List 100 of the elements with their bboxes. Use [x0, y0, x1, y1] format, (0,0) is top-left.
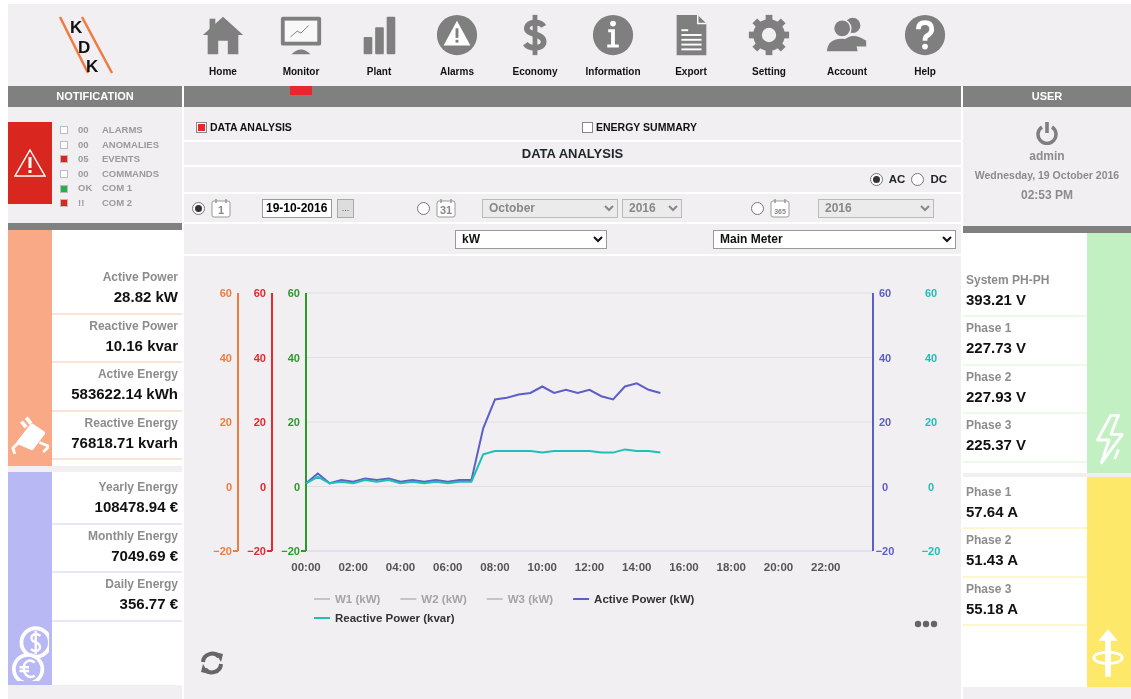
axis-label: 0 — [293, 480, 300, 493]
radio-button[interactable] — [417, 201, 430, 215]
radio-label[interactable]: DC — [930, 170, 947, 189]
notification-count: 00 — [78, 123, 90, 137]
nav-item[interactable]: Home — [184, 4, 262, 86]
axis-label: 60 — [219, 287, 232, 299]
power-icon[interactable] — [1035, 121, 1059, 145]
metric-value: 57.64 A — [966, 501, 1019, 522]
axis-label: 40 — [219, 351, 232, 364]
nav-item[interactable]: Plant — [340, 4, 418, 86]
notification-count: OK — [78, 181, 94, 196]
notification-count: !! — [78, 195, 86, 210]
x-axis-label: 18:00 — [716, 561, 746, 573]
metric-value: 10.16 kvar — [104, 335, 178, 356]
x-axis-label: 02:00 — [338, 561, 368, 573]
notification-label: ALARMS — [102, 123, 143, 137]
axis-label: 20 — [924, 416, 938, 428]
date-picker-button[interactable]: ... — [337, 198, 354, 218]
metric-value: 583622.14 kWh — [70, 384, 178, 404]
metric-label: Active Energy — [96, 366, 178, 383]
metric-value: 227.93 V — [966, 386, 1028, 407]
page-title: DATA ANALYSIS — [521, 144, 624, 163]
warning-icon — [13, 148, 47, 178]
calendar-icon: 31 — [436, 198, 456, 218]
metric-value: 108478.94 € — [93, 497, 178, 517]
axis-label: 60 — [253, 287, 266, 299]
nav-item[interactable]: Information — [574, 4, 652, 86]
axis-label: 0 — [259, 480, 266, 493]
metric-label: Reactive Energy — [83, 414, 178, 432]
checkbox[interactable] — [196, 122, 207, 133]
warning-icon — [434, 12, 480, 58]
refresh-icon[interactable] — [198, 650, 226, 676]
metric-value: 393.21 V — [966, 289, 1028, 310]
notification-count: 05 — [78, 152, 90, 167]
axis-label: −20 — [875, 545, 895, 557]
x-axis-label: 08:00 — [480, 561, 510, 573]
checkbox-label[interactable]: DATA ANALYSIS — [210, 119, 292, 136]
x-axis-label: 22:00 — [811, 561, 841, 573]
axis-label: 20 — [287, 416, 300, 428]
metric-label: Monthly Energy — [87, 527, 178, 545]
checkbox[interactable] — [582, 122, 593, 133]
metric-label: Phase 1 — [966, 320, 1013, 338]
nav-item[interactable]: Setting — [730, 4, 808, 86]
x-axis-label: 00:00 — [291, 561, 321, 573]
metric-value: 51.43 A — [966, 550, 1019, 571]
axis-label: 20 — [878, 416, 892, 428]
dropdown[interactable]: Main Meter — [713, 229, 956, 249]
dropdown[interactable]: kW — [455, 229, 607, 249]
metric-label: Daily Energy — [104, 576, 178, 593]
radio-label[interactable]: AC — [888, 170, 906, 189]
metric-label: Phase 3 — [966, 417, 1013, 435]
section-header: NOTIFICATION — [8, 86, 182, 107]
axis-label: −20 — [247, 545, 266, 557]
date-field[interactable]: 19-10-2016 — [262, 198, 332, 218]
metric-label: System PH-PH — [966, 271, 1051, 289]
axis-label: −20 — [921, 545, 941, 557]
nav-item[interactable]: Help — [886, 4, 964, 86]
metric-label: Phase 1 — [966, 483, 1013, 501]
metric-value: 227.73 V — [966, 338, 1028, 359]
metric-label: Yearly Energy — [97, 479, 178, 496]
metric-value: 7049.69 € — [110, 545, 178, 566]
notification-label: COM 1 — [102, 181, 133, 196]
notification-label: ANOMALIES — [102, 137, 159, 152]
nav-item[interactable]: Monitor — [262, 4, 340, 86]
logo: K D K — [56, 15, 136, 75]
axis-label: −20 — [213, 545, 232, 557]
radio-button[interactable] — [751, 201, 764, 215]
legend-item[interactable]: Reactive Power (kvar) — [313, 612, 455, 624]
metric-value: 356.77 € — [118, 594, 178, 614]
nav-item[interactable]: Account — [808, 4, 886, 86]
axis-label: 40 — [287, 351, 300, 364]
x-axis-label: 16:00 — [669, 561, 699, 573]
coins-icon — [11, 623, 49, 681]
radio-button[interactable] — [911, 173, 925, 186]
axis-label: −20 — [281, 545, 300, 557]
notification-label: EVENTS — [102, 152, 140, 167]
metric-label: Phase 3 — [966, 580, 1013, 598]
nav-item[interactable]: Alarms — [418, 4, 496, 86]
username: admin — [1028, 148, 1066, 165]
axis-label: 40 — [924, 351, 938, 364]
notification-count: 00 — [78, 166, 90, 181]
axis-label: 0 — [927, 480, 935, 493]
radio-button[interactable] — [192, 201, 205, 215]
nav-item[interactable]: Economy — [496, 4, 574, 86]
axis-label: 40 — [253, 351, 266, 364]
metric-label: Phase 2 — [966, 368, 1013, 386]
legend-label: Active Power (kW) — [594, 593, 695, 605]
notification-count: 00 — [78, 137, 90, 152]
axis-label: 60 — [287, 287, 300, 299]
legend-item[interactable]: Active Power (kW) — [572, 593, 695, 605]
section-header: USER — [963, 86, 1131, 107]
menu-icon[interactable] — [914, 620, 938, 628]
calendar-icon: 1 — [211, 198, 231, 218]
checkbox-label[interactable]: ENERGY SUMMARY — [596, 119, 697, 136]
metric-value: 76818.71 kvarh — [70, 432, 178, 453]
x-axis-label: 06:00 — [433, 561, 463, 573]
metric-value: 55.18 A — [966, 598, 1019, 619]
nav-item[interactable]: Export — [652, 4, 730, 86]
radio-button[interactable] — [869, 173, 883, 186]
metric-value: 28.82 kW — [112, 287, 178, 307]
